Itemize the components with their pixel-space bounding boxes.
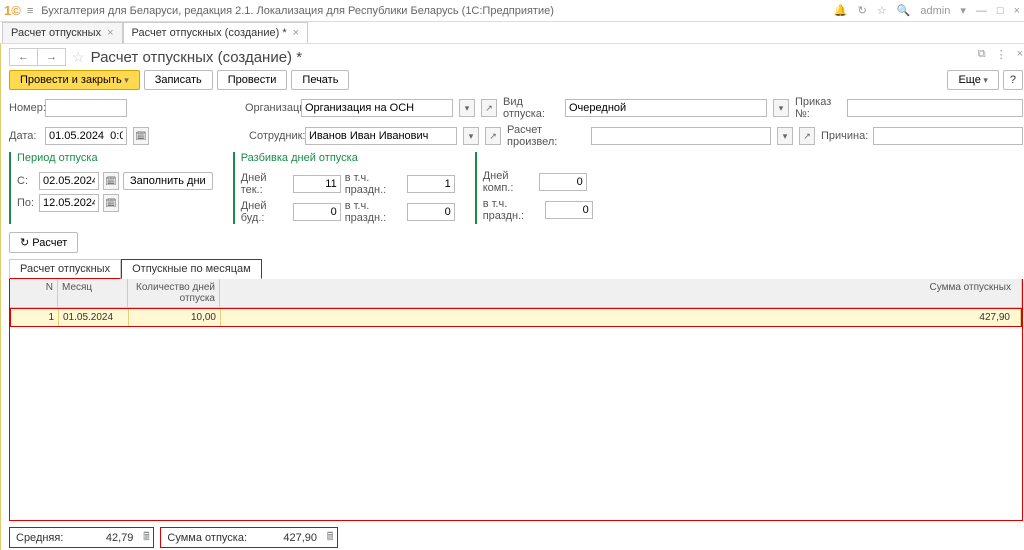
period-from[interactable] xyxy=(39,172,99,190)
date-label: Дата: xyxy=(9,130,39,142)
nav-back[interactable]: ← xyxy=(10,49,38,65)
days-comp[interactable] xyxy=(539,173,587,191)
grid-row[interactable]: 1 01.05.2024 10,00 427,90 xyxy=(10,308,1022,327)
prikaz-input[interactable] xyxy=(847,99,1023,117)
help-button[interactable]: ? xyxy=(1003,70,1023,90)
prikaz-label: Приказ №: xyxy=(795,96,841,120)
calcby-drop-icon[interactable]: ▾ xyxy=(777,127,793,145)
from-cal-icon[interactable]: 🗓 xyxy=(103,172,119,190)
minimize-icon[interactable]: — xyxy=(976,5,987,17)
tab-vacation-calc[interactable]: Расчет отпускных× xyxy=(2,22,123,43)
days-cur[interactable] xyxy=(293,175,341,193)
org-open-icon[interactable]: ↗ xyxy=(481,99,497,117)
days-work[interactable] xyxy=(293,203,341,221)
favorite-toggle[interactable]: ☆ xyxy=(72,49,85,66)
reason-input[interactable] xyxy=(873,127,1023,145)
col-qty[interactable]: Количество дней отпуска xyxy=(128,279,220,307)
fill-days-button[interactable]: Заполнить дни xyxy=(123,172,213,190)
number-input[interactable] xyxy=(45,99,127,117)
org-drop-icon[interactable]: ▾ xyxy=(459,99,475,117)
write-button[interactable]: Записать xyxy=(144,70,213,90)
menu-dots-icon[interactable]: ⋮ xyxy=(996,48,1007,61)
post-and-close-button[interactable]: Провести и закрыть xyxy=(9,70,140,90)
vid-input[interactable] xyxy=(565,99,767,117)
page-title: Расчет отпускных (создание) * xyxy=(91,49,303,66)
close-icon[interactable]: × xyxy=(1014,5,1020,17)
sum-calc-icon[interactable]: 🖩 xyxy=(323,528,337,547)
avg-calc-icon[interactable]: 🖩 xyxy=(139,528,153,547)
breakdown-header: Разбивка дней отпуска xyxy=(241,152,455,164)
period-header: Период отпуска xyxy=(17,152,213,164)
hol2[interactable] xyxy=(407,203,455,221)
print-button[interactable]: Печать xyxy=(291,70,349,90)
calcby-input[interactable] xyxy=(591,127,771,145)
emp-input[interactable] xyxy=(305,127,457,145)
col-month[interactable]: Месяц xyxy=(58,279,128,307)
star-icon[interactable]: ☆ xyxy=(877,4,887,17)
col-sum[interactable]: Сумма отпускных xyxy=(220,279,1022,307)
history-icon[interactable]: ↻ xyxy=(858,4,867,17)
tab-by-month[interactable]: Отпускные по месяцам xyxy=(121,259,262,279)
calcby-label: Расчет произвел: xyxy=(507,124,585,148)
close-pane-icon[interactable]: × xyxy=(1017,48,1023,61)
app-title: Бухгалтерия для Беларуси, редакция 2.1. … xyxy=(41,5,834,17)
to-cal-icon[interactable]: 🗓 xyxy=(103,194,119,212)
avg-value: 42,79 xyxy=(69,529,139,547)
close-tab-icon[interactable]: × xyxy=(293,27,299,39)
date-cal-icon[interactable]: 🗓 xyxy=(133,127,149,145)
sum-box: Сумма отпуска: 427,90 🖩 xyxy=(160,527,338,548)
more-button[interactable]: Еще xyxy=(947,70,998,90)
emp-label: Сотрудник: xyxy=(249,130,299,142)
number-label: Номер: xyxy=(9,102,39,114)
nav-fwd[interactable]: → xyxy=(38,49,65,65)
tab-calc[interactable]: Расчет отпускных xyxy=(9,259,121,279)
tab-vacation-create[interactable]: Расчет отпускных (создание) *× xyxy=(123,22,309,43)
vid-drop-icon[interactable]: ▾ xyxy=(773,99,789,117)
user-label[interactable]: admin xyxy=(920,5,950,17)
org-label: Организация: xyxy=(245,102,295,114)
close-tab-icon[interactable]: × xyxy=(107,27,113,39)
main-menu-icon[interactable]: ≡ xyxy=(27,5,33,17)
post-button[interactable]: Провести xyxy=(217,70,288,90)
hol3[interactable] xyxy=(545,201,593,219)
sum-value: 427,90 xyxy=(253,529,323,547)
vid-label: Вид отпуска: xyxy=(503,96,559,120)
emp-drop-icon[interactable]: ▾ xyxy=(463,127,479,145)
col-n[interactable]: N xyxy=(10,279,58,307)
org-input[interactable] xyxy=(301,99,453,117)
detach-icon[interactable]: ⧉ xyxy=(978,48,986,61)
months-grid[interactable]: N Месяц Количество дней отпуска Сумма от… xyxy=(9,279,1023,521)
period-to[interactable] xyxy=(39,194,99,212)
calc-button[interactable]: ↻ Расчет xyxy=(9,232,78,253)
hol1[interactable] xyxy=(407,175,455,193)
settings-icon[interactable]: ▾ xyxy=(960,4,966,17)
app-logo: 1© xyxy=(4,3,21,18)
reason-label: Причина: xyxy=(821,130,867,142)
search-icon[interactable]: 🔍 xyxy=(897,4,911,17)
maximize-icon[interactable]: □ xyxy=(997,5,1004,17)
bell-icon[interactable]: 🔔 xyxy=(834,4,848,17)
calcby-open-icon[interactable]: ↗ xyxy=(799,127,815,145)
emp-open-icon[interactable]: ↗ xyxy=(485,127,501,145)
avg-box: Средняя: 42,79 🖩 xyxy=(9,527,154,548)
date-input[interactable] xyxy=(45,127,127,145)
